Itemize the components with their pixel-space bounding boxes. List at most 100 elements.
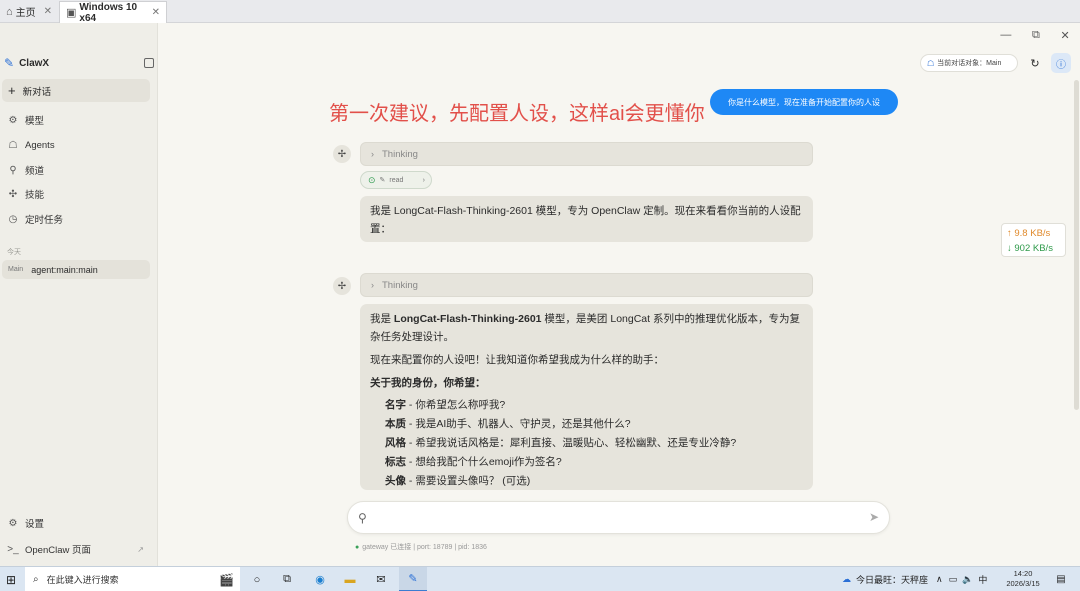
sidebar-collapse-icon[interactable]: [144, 58, 154, 68]
taskbar-app-edge[interactable]: ◉: [309, 567, 331, 591]
chat-target-label: 当前对话对象：Main: [937, 60, 1002, 67]
gateway-status-text: gateway 已连接 | port: 18789 | pid: 1836: [362, 544, 487, 551]
host-tab-strip: ⌂ 主页 ✕ ▣ Windows 10 x64 ✕: [0, 0, 1080, 24]
new-chat-label: 新对话: [22, 86, 52, 98]
sidebar-item-openclaw-page[interactable]: >_ OpenClaw 页面 ↗: [2, 539, 150, 559]
close-icon[interactable]: ✕: [44, 6, 52, 17]
chat-target-pill[interactable]: ☖ 当前对话对象：Main: [920, 54, 1018, 72]
sidebar-item-channels[interactable]: ⚲ 频道: [2, 160, 150, 180]
window-controls: — ⧉ ✕: [990, 26, 1080, 44]
restore-button[interactable]: ⧉: [1032, 29, 1040, 42]
plus-icon: +: [8, 83, 16, 98]
network-icon: ⚲: [9, 164, 17, 176]
host-tab-label: 主页: [15, 8, 36, 19]
clock-time: 14:20: [1013, 569, 1033, 578]
puzzle-icon: ✣: [8, 188, 18, 200]
scrollbar[interactable]: [1074, 80, 1079, 410]
notification-button[interactable]: ▤: [1052, 567, 1070, 591]
download-speed: ↓ 902 KB/s: [1007, 243, 1053, 254]
cpu-icon: ⚙: [8, 114, 18, 126]
edge-icon: ◉: [315, 574, 325, 586]
windows-logo-icon: ⊞: [5, 572, 17, 587]
check-circle-icon: ⊙: [368, 174, 376, 185]
thinking-toggle[interactable]: › Thinking: [360, 142, 813, 166]
list-item-text: - 需要设置头像吗？ (可选): [406, 475, 531, 487]
taskbar: ⊞ ⌕ 在此键入进行搜索 🎬 ○ ⧉ ◉ ▬ ✉ ✎ ☁ 今日最旺：天秤座 ∧ …: [0, 566, 1080, 591]
list-item: 名字 - 你希望怎么称呼我?: [370, 396, 803, 415]
clock-date: 2026/3/15: [1006, 579, 1040, 588]
taskbar-app-clawx[interactable]: ✎: [399, 567, 427, 591]
sidebar-item-agents[interactable]: ☖ Agents: [2, 135, 150, 155]
list-item: 标志 - 想给我配个什么emoji作为签名?: [370, 453, 803, 472]
send-icon[interactable]: ➤: [869, 510, 879, 524]
task-view-button[interactable]: ⧉: [277, 567, 297, 591]
thinking-label: Thinking: [382, 148, 418, 160]
clawx-logo-icon: ✎: [4, 56, 15, 70]
close-button[interactable]: ✕: [1060, 29, 1069, 42]
thinking-toggle[interactable]: › Thinking: [360, 273, 813, 297]
network-icon[interactable]: ▭: [949, 574, 958, 585]
close-icon[interactable]: ✕: [152, 7, 160, 18]
list-item-text: - 想给我配个什么emoji作为签名?: [406, 456, 562, 468]
sidebar-item-skills[interactable]: ✣ 技能: [2, 184, 150, 204]
host-tab-home[interactable]: ⌂ 主页 ✕: [0, 0, 58, 23]
chevron-right-icon: ›: [371, 280, 374, 290]
session-tag: Main: [8, 266, 24, 273]
sidebar-item-scheduled-tasks[interactable]: ◷ 定时任务: [2, 209, 150, 229]
message-heading: 关于我的身份，你希望：: [370, 377, 486, 389]
message-paragraph: 我是 LongCat-Flash-Thinking-2601 模型，是美团 Lo…: [370, 310, 803, 346]
host-tab-vm[interactable]: ▣ Windows 10 x64 ✕: [59, 1, 167, 24]
sidebar: ✎ ClawX + 新对话 ⚙ 模型 ☖ Agents ⚲ 频道 ✣ 技能 ◷ …: [0, 23, 158, 566]
assistant-message: 我是 LongCat-Flash-Thinking-2601 模型，专为 Ope…: [360, 196, 813, 242]
sidebar-item-label: 技能: [25, 190, 45, 201]
system-tray: ☁ 今日最旺：天秤座 ∧ ▭ 🔈 中: [842, 567, 987, 591]
chevron-up-icon[interactable]: ∧: [936, 574, 943, 585]
list-item: 头像 - 需要设置头像吗？ (可选): [370, 472, 803, 490]
weather-icon: ☁: [842, 574, 851, 584]
list-item: 风格 - 希望我说话风格是：犀利直接、温暖贴心、轻松幽默、还是专业冷静?: [370, 434, 803, 453]
list-item-key: 头像: [385, 475, 406, 487]
network-speed-widget: ↑ 9.8 KB/s ↓ 902 KB/s: [1001, 223, 1066, 257]
clock[interactable]: 14:20 2026/3/15: [1001, 569, 1045, 589]
session-item[interactable]: Main agent:main:main: [2, 260, 150, 279]
clock-icon: ◷: [8, 213, 18, 225]
refresh-button[interactable]: ↻: [1025, 53, 1045, 73]
bot-icon: ☖: [8, 139, 18, 151]
brand-name: ClawX: [19, 57, 50, 69]
minimize-button[interactable]: —: [1000, 29, 1011, 41]
vm-icon: ▣: [66, 7, 77, 19]
sidebar-item-models[interactable]: ⚙ 模型: [2, 110, 150, 130]
thinking-label: Thinking: [382, 279, 418, 291]
list-item: 本质 - 我是AI助手、机器人、守护灵，还是其他什么?: [370, 415, 803, 434]
start-button[interactable]: ⊞: [0, 567, 22, 591]
task-view-icon: ⧉: [283, 573, 291, 585]
new-chat-button[interactable]: + 新对话: [2, 79, 150, 102]
ime-indicator[interactable]: 中: [978, 573, 987, 586]
taskbar-app-mail[interactable]: ✉: [370, 567, 392, 591]
external-link-icon: ↗: [137, 544, 144, 554]
message-composer[interactable]: ⚲ ➤: [347, 501, 890, 534]
paperclip-icon[interactable]: ⚲: [358, 511, 367, 525]
list-item-key: 本质: [385, 418, 406, 430]
message-paragraph: 现在来配置你的人设吧！让我知道你希望我成为什么样的助手：: [370, 354, 664, 366]
volume-icon[interactable]: 🔈: [962, 574, 973, 585]
list-item-text: - 我是AI助手、机器人、守护灵，还是其他什么?: [406, 418, 631, 430]
sidebar-item-settings[interactable]: ⚙ 设置: [2, 513, 150, 533]
assistant-avatar-icon: ✢: [333, 145, 351, 163]
mail-icon: ✉: [376, 574, 386, 586]
task-view-button[interactable]: ○: [247, 567, 267, 591]
annotation-text: 第一次建议，先配置人设，这样ai会更懂你: [329, 103, 705, 125]
taskbar-app-explorer[interactable]: ▬: [339, 567, 361, 591]
upload-speed: ↑ 9.8 KB/s: [1007, 228, 1051, 239]
model-name: LongCat-Flash-Thinking-2601: [393, 313, 542, 325]
terminal-icon: >_: [7, 543, 19, 555]
brand: ✎ ClawX: [4, 55, 154, 71]
info-button[interactable]: ⓘ: [1051, 53, 1071, 73]
list-item-key: 风格: [385, 437, 406, 449]
clawx-logo-icon: ✎: [408, 573, 418, 585]
sidebar-item-label: OpenClaw 页面: [25, 545, 91, 556]
taskbar-search-box[interactable]: ⌕ 在此键入进行搜索 🎬: [25, 567, 240, 591]
sidebar-item-label: 频道: [25, 166, 45, 177]
tool-call-chip[interactable]: ⊙ ✎ read ›: [360, 171, 432, 189]
weather-text[interactable]: 今日最旺：天秤座: [856, 573, 928, 586]
